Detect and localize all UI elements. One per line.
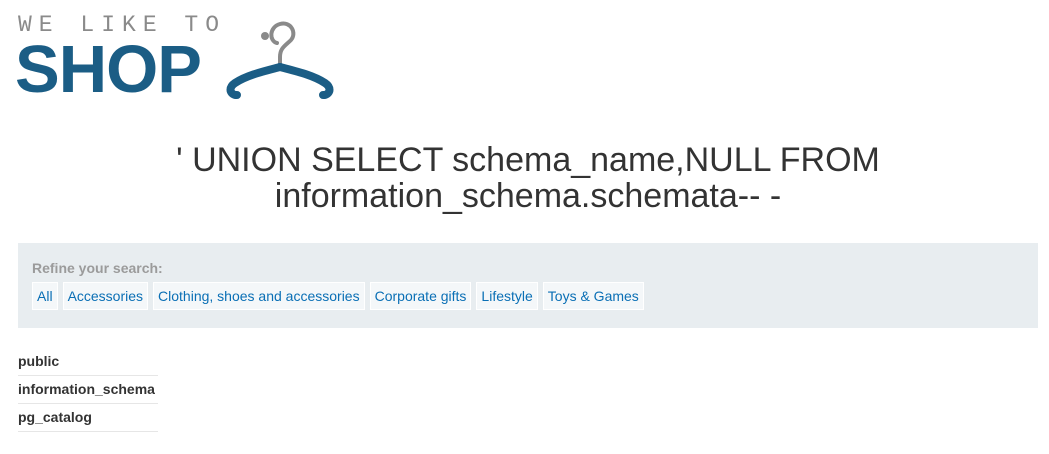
hanger-icon: [226, 21, 334, 99]
heading-line-2: information_schema.schemata-- -: [274, 177, 782, 215]
result-item: pg_catalog: [18, 404, 158, 432]
search-results-heading: ' UNION SELECT schema_name,NULL FROM inf…: [0, 142, 1049, 214]
result-item: public: [18, 348, 158, 376]
results-list: public information_schema pg_catalog: [18, 348, 158, 432]
filter-link-toys-games[interactable]: Toys & Games: [542, 282, 644, 310]
page: WE LIKE TO SHOP ' UNION SELECT schema_na…: [0, 0, 1049, 454]
result-item: information_schema: [18, 376, 158, 404]
filter-link-lifestyle[interactable]: Lifestyle: [476, 282, 538, 310]
logo-wordmark: SHOP: [15, 32, 202, 107]
filter-link-all[interactable]: All: [32, 282, 58, 310]
filter-label: Refine your search:: [32, 260, 163, 276]
filter-link-clothing[interactable]: Clothing, shoes and accessories: [153, 282, 365, 310]
heading-line-1: ' UNION SELECT schema_name,NULL FROM: [176, 141, 880, 179]
filter-panel: Refine your search: All Accessories Clot…: [18, 243, 1038, 328]
site-logo[interactable]: WE LIKE TO SHOP: [15, 10, 338, 107]
filter-category-list: All Accessories Clothing, shoes and acce…: [32, 282, 644, 310]
filter-link-corporate-gifts[interactable]: Corporate gifts: [369, 282, 472, 310]
filter-link-accessories[interactable]: Accessories: [62, 282, 149, 310]
